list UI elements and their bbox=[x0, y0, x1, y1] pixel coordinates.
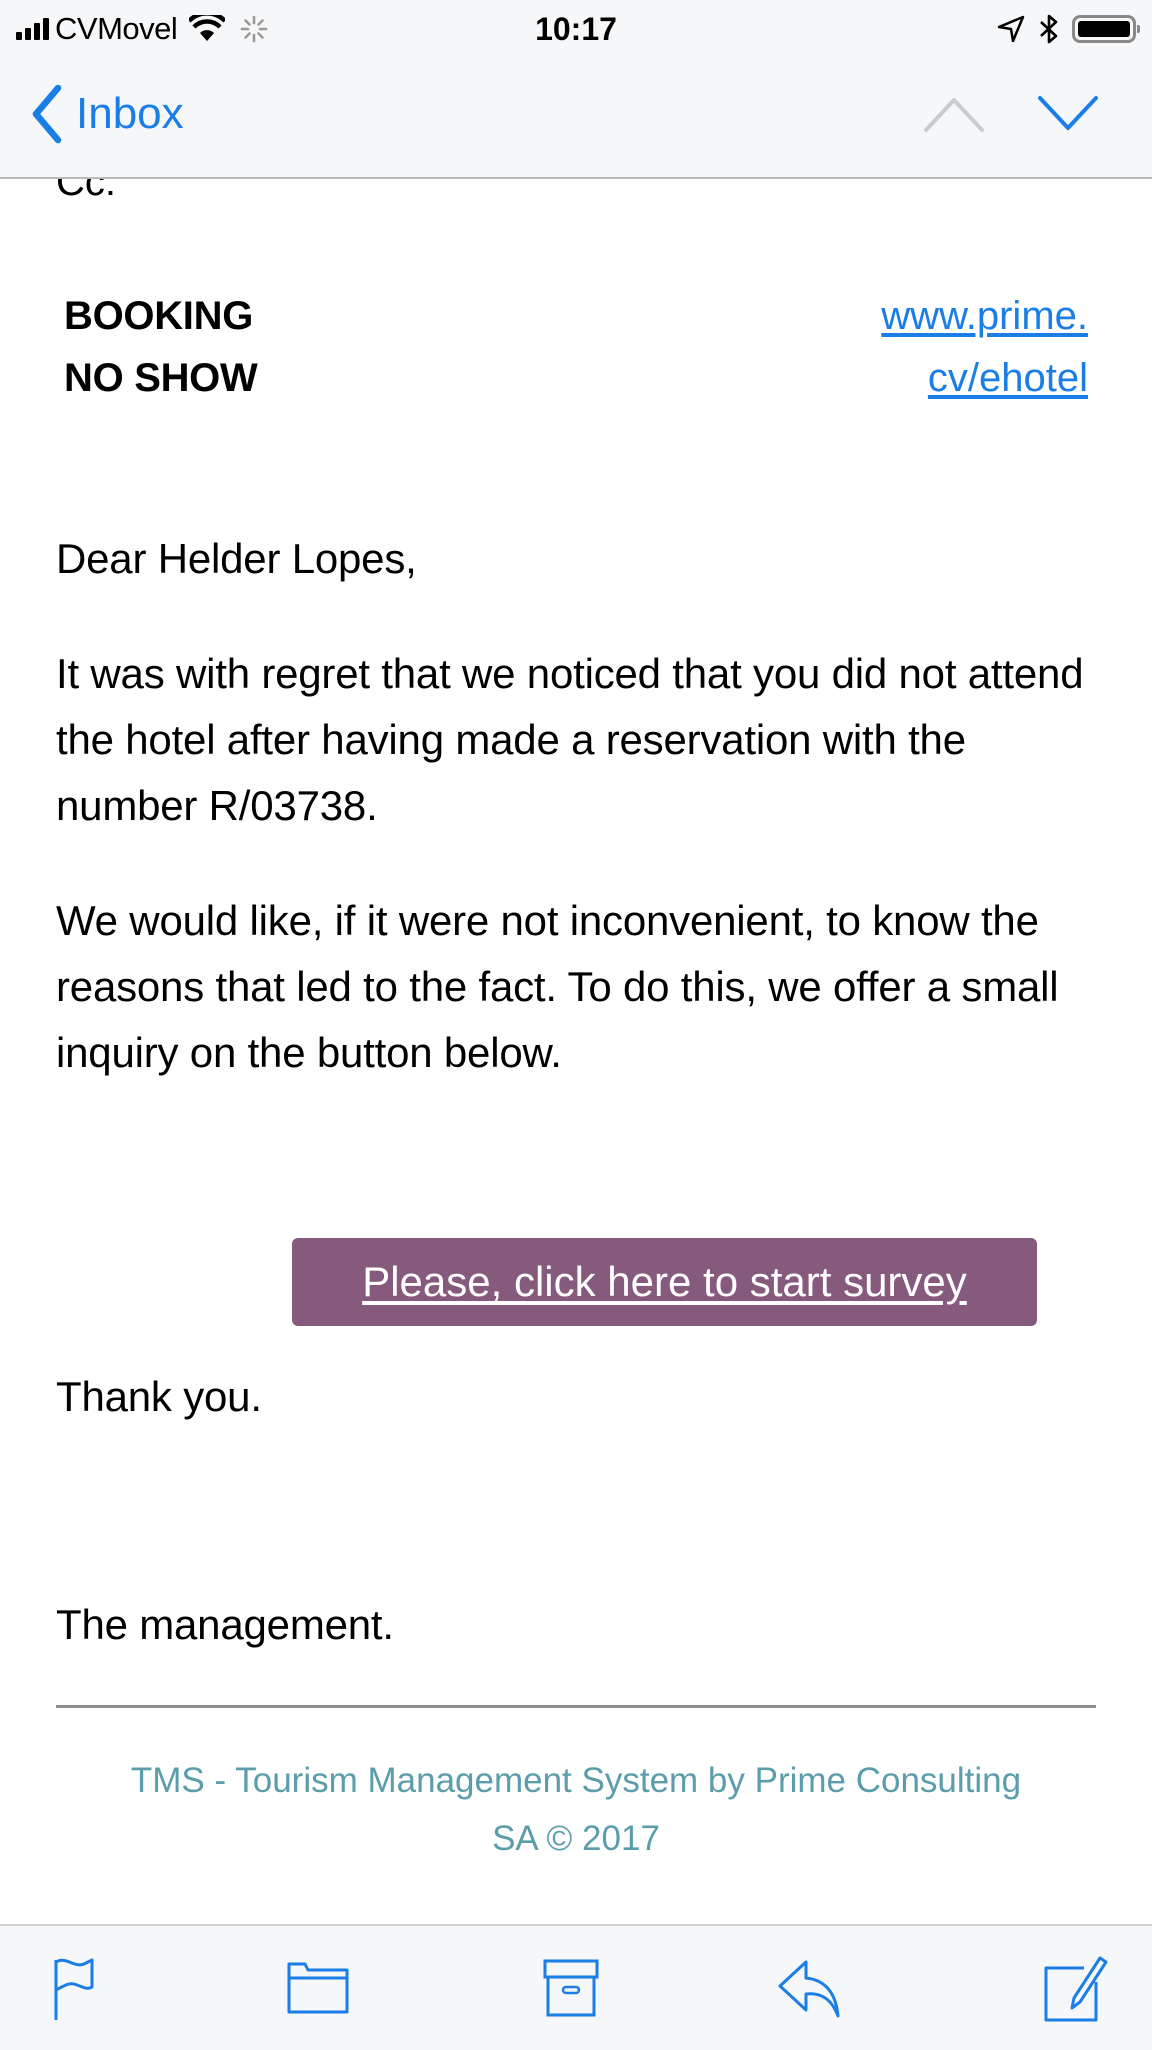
status-bar: CVMovel 10:17 bbox=[0, 0, 1152, 58]
move-to-folder-icon[interactable] bbox=[283, 1954, 353, 2024]
navigation-bar: Inbox bbox=[0, 58, 1152, 179]
clock: 10:17 bbox=[535, 11, 617, 47]
location-arrow-icon bbox=[997, 15, 1025, 43]
flag-icon[interactable] bbox=[44, 1954, 114, 2024]
status-right bbox=[996, 8, 1140, 50]
compose-icon[interactable] bbox=[1040, 1954, 1110, 2024]
header-title-line: BOOKING bbox=[64, 294, 254, 338]
bluetooth-icon bbox=[1040, 14, 1058, 44]
battery-level-fill bbox=[1078, 21, 1130, 37]
message-navigation bbox=[922, 90, 1100, 140]
closing: Thank you. bbox=[56, 1373, 262, 1420]
next-message-button[interactable] bbox=[1036, 90, 1100, 140]
footer-line: SA © 2017 bbox=[492, 1819, 660, 1858]
header-title-line: NO SHOW bbox=[64, 356, 258, 400]
footer-line: TMS - Tourism Management System by Prime… bbox=[130, 1761, 1022, 1800]
greeting: Dear Helder Lopes, bbox=[56, 535, 417, 582]
signature: The management. bbox=[56, 1601, 394, 1648]
start-survey-button[interactable]: Please, click here to start survey bbox=[292, 1238, 1037, 1326]
website-link-line: cv/ehotel bbox=[927, 356, 1088, 400]
paragraph-inquiry: We would like, if it were not inconvenie… bbox=[56, 897, 1059, 1076]
bottom-toolbar bbox=[0, 1924, 1152, 2050]
back-label: Inbox bbox=[76, 89, 184, 138]
footer-divider bbox=[56, 1705, 1096, 1708]
previous-message-button[interactable] bbox=[922, 90, 986, 140]
chevron-left-icon bbox=[32, 84, 62, 144]
email-footer: TMS - Tourism Management System by Prime… bbox=[56, 1752, 1096, 1868]
website-link-line: www.prime. bbox=[881, 294, 1088, 338]
reply-icon[interactable] bbox=[776, 1954, 846, 2024]
website-link[interactable]: www.prime. cv/ehotel bbox=[881, 285, 1088, 409]
paragraph-regret: It was with regret that we noticed that … bbox=[56, 650, 1084, 829]
battery-icon bbox=[1072, 15, 1140, 43]
archive-icon[interactable] bbox=[535, 1954, 605, 2024]
email-header-title: BOOKING NO SHOW bbox=[64, 285, 258, 409]
back-to-inbox-button[interactable]: Inbox bbox=[30, 82, 184, 146]
